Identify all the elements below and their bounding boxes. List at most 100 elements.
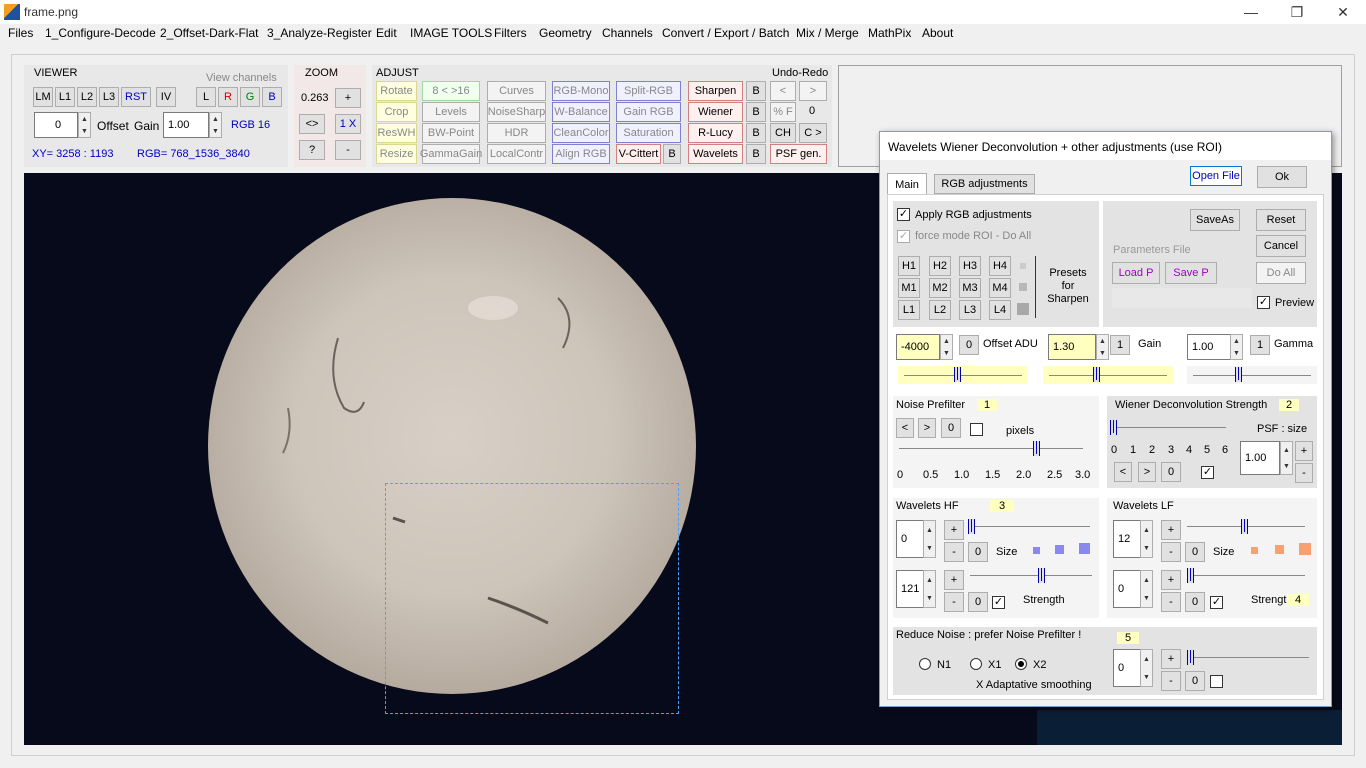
wiener-next-button[interactable]: > — [1138, 462, 1156, 482]
l2-button[interactable]: L2 — [77, 87, 97, 107]
zoom-help-button[interactable]: ? — [299, 140, 325, 160]
hf-size-slider[interactable] — [968, 518, 1090, 536]
open-file-button[interactable]: Open File — [1190, 166, 1242, 186]
preset-l2-button[interactable]: L2 — [929, 300, 951, 320]
psf-minus-button[interactable]: - — [1295, 463, 1313, 483]
spin-down-icon[interactable]: ▼ — [81, 128, 88, 135]
wiener-checkbox[interactable]: ✓ — [1201, 466, 1214, 479]
hf-strength-slider[interactable] — [970, 567, 1092, 585]
hf-strength-zero-button[interactable]: 0 — [968, 592, 988, 612]
wiener-batch-button[interactable]: B — [746, 102, 766, 122]
lm-button[interactable]: LM — [33, 87, 53, 107]
l1-button[interactable]: L1 — [55, 87, 75, 107]
menu-geometry[interactable]: Geometry — [539, 26, 592, 40]
resize-button[interactable]: Resize — [376, 144, 417, 164]
offset-slider[interactable] — [898, 366, 1028, 384]
lf-size-zero-button[interactable]: 0 — [1185, 542, 1205, 562]
ok-button[interactable]: Ok — [1257, 166, 1307, 188]
undo-button[interactable]: < — [770, 81, 796, 101]
wiener-prev-button[interactable]: < — [1114, 462, 1132, 482]
zoom-1x-button[interactable]: 1 X — [335, 114, 361, 134]
preset-l1-button[interactable]: L1 — [898, 300, 920, 320]
psf-size-input[interactable]: 1.00 — [1240, 441, 1280, 475]
lf-size-minus-button[interactable]: - — [1161, 542, 1181, 562]
lf-strength-slider[interactable] — [1187, 567, 1305, 585]
spin-down-icon[interactable]: ▼ — [1143, 545, 1150, 552]
gamma-input[interactable]: 1.00 — [1187, 334, 1235, 360]
cleancolor-button[interactable]: CleanColor — [552, 123, 610, 143]
gain-slider[interactable] — [1043, 366, 1173, 384]
spin-up-icon[interactable]: ▲ — [1143, 656, 1150, 663]
preview-checkbox[interactable]: ✓ — [1257, 296, 1270, 309]
apply-rgb-checkbox[interactable]: ✓ — [897, 208, 910, 221]
spin-down-icon[interactable]: ▼ — [1143, 674, 1150, 681]
spin-up-icon[interactable]: ▲ — [1099, 338, 1106, 345]
tab-main[interactable]: Main — [887, 173, 927, 195]
spin-down-icon[interactable]: ▼ — [1143, 595, 1150, 602]
preset-h1-button[interactable]: H1 — [898, 256, 920, 276]
offset-adu-input[interactable]: -4000 — [896, 334, 940, 360]
menu-about[interactable]: About — [922, 26, 953, 40]
gain-rgb-button[interactable]: Gain RGB — [616, 102, 681, 122]
spin-down-icon[interactable]: ▼ — [1099, 350, 1106, 357]
lf-strength-minus-button[interactable]: - — [1161, 592, 1181, 612]
psf-plus-button[interactable]: + — [1295, 441, 1313, 461]
spin-up-icon[interactable]: ▲ — [926, 577, 933, 584]
wiener-slider[interactable] — [1110, 419, 1228, 437]
hf-size-plus-button[interactable]: + — [944, 520, 964, 540]
white-balance-button[interactable]: W-Balance — [552, 102, 610, 122]
menu-configure-decode[interactable]: 1_Configure-Decode — [45, 26, 156, 40]
wiener-zero-button[interactable]: 0 — [1161, 462, 1181, 482]
spin-down-icon[interactable]: ▼ — [926, 595, 933, 602]
preset-m4-button[interactable]: M4 — [989, 278, 1011, 298]
localcontr-button[interactable]: LocalContr — [487, 144, 546, 164]
hf-size-minus-button[interactable]: - — [944, 542, 964, 562]
channel-b-button[interactable]: B — [262, 87, 282, 107]
force-mode-checkbox[interactable]: ✓ — [897, 230, 910, 243]
spin-down-icon[interactable]: ▼ — [926, 545, 933, 552]
n1-radio[interactable] — [919, 658, 931, 670]
c-next-button[interactable]: C > — [799, 123, 827, 143]
spin-down-icon[interactable]: ▼ — [212, 128, 219, 135]
rst-button[interactable]: RST — [121, 87, 151, 107]
hf-size-zero-button[interactable]: 0 — [968, 542, 988, 562]
gain-dialog-spinner[interactable]: ▲ ▼ — [1096, 334, 1109, 360]
channel-l-button[interactable]: L — [196, 87, 216, 107]
l3-button[interactable]: L3 — [99, 87, 119, 107]
levels-button[interactable]: Levels — [422, 102, 480, 122]
hdr-button[interactable]: HDR — [487, 123, 546, 143]
do-all-button[interactable]: Do All — [1256, 262, 1306, 284]
menu-mathpix[interactable]: MathPix — [868, 26, 911, 40]
menu-filters[interactable]: Filters — [494, 26, 527, 40]
gain-spinner[interactable]: ▲ ▼ — [209, 112, 222, 138]
spin-down-icon[interactable]: ▼ — [943, 350, 950, 357]
reduce-minus-button[interactable]: - — [1161, 671, 1181, 691]
save-params-button[interactable]: Save P — [1165, 262, 1217, 284]
hf-strength-input[interactable]: 121 — [896, 570, 926, 608]
preset-m2-button[interactable]: M2 — [929, 278, 951, 298]
reduce-plus-button[interactable]: + — [1161, 649, 1181, 669]
noise-zero-button[interactable]: 0 — [941, 418, 961, 438]
spin-up-icon[interactable]: ▲ — [81, 116, 88, 123]
menu-files[interactable]: Files — [8, 26, 33, 40]
gammagain-button[interactable]: GammaGain — [420, 144, 482, 164]
bit-depth-button[interactable]: 8 < >16 — [422, 81, 480, 101]
wiener-button[interactable]: Wiener — [688, 102, 743, 122]
spin-up-icon[interactable]: ▲ — [1143, 577, 1150, 584]
zoom-fit-button[interactable]: <> — [299, 114, 325, 134]
noise-slider-thumb[interactable] — [1032, 441, 1040, 456]
menu-convert-export-batch[interactable]: Convert / Export / Batch — [662, 26, 789, 40]
reduce-zero-button[interactable]: 0 — [1185, 671, 1205, 691]
reduce-noise-checkbox[interactable] — [1210, 675, 1223, 688]
preset-l3-button[interactable]: L3 — [959, 300, 981, 320]
tab-rgb-adjustments[interactable]: RGB adjustments — [934, 174, 1035, 194]
load-params-button[interactable]: Load P — [1112, 262, 1160, 284]
channel-g-button[interactable]: G — [240, 87, 260, 107]
gamma-spinner[interactable]: ▲ ▼ — [1230, 334, 1243, 360]
gamma-one-button[interactable]: 1 — [1250, 335, 1270, 355]
cancel-button[interactable]: Cancel — [1256, 235, 1306, 257]
channel-r-button[interactable]: R — [218, 87, 238, 107]
psf-size-spinner[interactable]: ▲ ▼ — [1280, 441, 1293, 475]
reduce-noise-slider[interactable] — [1187, 649, 1309, 667]
spin-up-icon[interactable]: ▲ — [1233, 338, 1240, 345]
